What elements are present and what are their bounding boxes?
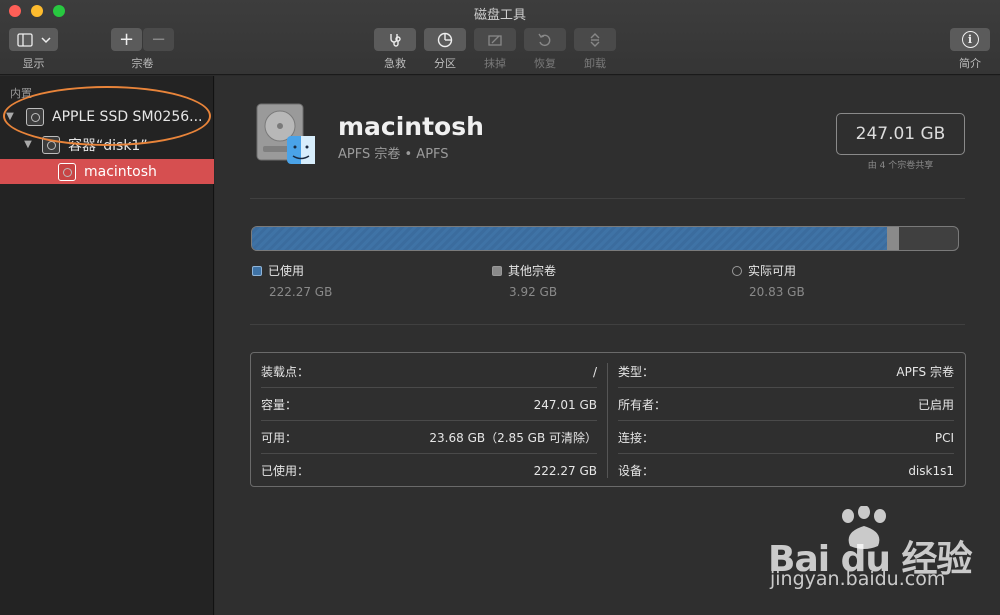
legend-used: 已使用 [252, 262, 304, 279]
info-label: 简介 [959, 57, 981, 70]
watermark-url: jingyan.baidu.com [770, 568, 946, 590]
info-key: 容量： [261, 398, 298, 412]
info-key: 连接： [618, 431, 655, 445]
info-row-device: 设备： disk1s1 [618, 454, 954, 487]
partition-button[interactable] [424, 28, 466, 51]
usage-bar-used [252, 227, 888, 250]
info-key: 已使用： [261, 464, 310, 478]
sidebar-item-macintosh[interactable]: macintosh [0, 159, 214, 184]
divider [250, 324, 965, 325]
info-key: 所有者： [618, 398, 667, 412]
info-button[interactable]: i [950, 28, 990, 51]
info-value: 已启用 [917, 398, 954, 412]
plus-icon: + [118, 29, 135, 50]
info-row-used: 已使用： 222.27 GB [261, 454, 597, 487]
legend-value: 222.27 GB [269, 285, 333, 299]
erase-button[interactable] [474, 28, 516, 51]
remove-volume-button[interactable]: − [143, 28, 174, 51]
divider [250, 198, 965, 199]
used-swatch-icon [252, 265, 262, 276]
info-value: 23.68 GB（2.85 GB 可清除） [429, 431, 597, 445]
info-table: 装载点： / 容量： 247.01 GB 可用： 23.68 GB（2.85 G… [250, 352, 966, 487]
partition-label: 分区 [434, 57, 456, 70]
info-row-owners: 所有者： 已启用 [618, 388, 954, 421]
volume-name: macintosh [338, 112, 484, 141]
other-swatch-icon [492, 265, 502, 276]
partition-pie-icon [437, 32, 453, 47]
unmount-label: 卸载 [584, 57, 606, 70]
usage-bar [251, 226, 959, 251]
available-swatch-icon [732, 265, 742, 276]
info-row-mount-point: 装载点： / [261, 355, 597, 388]
minus-icon: − [150, 29, 167, 50]
restore-icon [538, 33, 551, 46]
add-volume-button[interactable]: + [111, 28, 142, 51]
info-value: APFS 宗卷 [896, 365, 954, 379]
info-key: 设备： [618, 464, 655, 478]
info-value: PCI [934, 430, 954, 445]
stethoscope-icon [390, 33, 401, 47]
info-column-separator [607, 363, 608, 478]
sidebar-icon [16, 32, 33, 47]
erase-icon [488, 34, 502, 46]
info-row-connection: 连接： PCI [618, 421, 954, 454]
info-key: 类型： [618, 365, 655, 379]
volume-label: 宗卷 [131, 57, 154, 70]
info-row-capacity: 容量： 247.01 GB [261, 388, 597, 421]
first-aid-button[interactable] [374, 28, 416, 51]
volume-subtitle: APFS 宗卷 • APFS [338, 147, 449, 162]
info-row-available: 可用： 23.68 GB（2.85 GB 可清除） [261, 421, 597, 454]
restore-button[interactable] [524, 28, 566, 51]
window-title: 磁盘工具 [473, 8, 526, 23]
unmount-icon [590, 32, 600, 47]
sidebar: 内置 ▼ APPLE SSD SM0256... ▼ 容器“disk1” mac… [0, 76, 214, 615]
legend-value: 20.83 GB [749, 285, 805, 299]
volume-icon [58, 162, 76, 181]
info-key: 可用： [261, 431, 298, 445]
view-label: 显示 [22, 57, 45, 70]
baidu-watermark: Bai du 经验 jingyan.baidu.com [768, 506, 988, 606]
restore-label: 恢复 [534, 57, 556, 70]
info-key: 装载点： [261, 365, 310, 379]
legend-other-volumes: 其他宗卷 [492, 262, 556, 279]
legend-available: 实际可用 [732, 262, 796, 279]
disclosure-triangle-icon[interactable]: ▼ [22, 139, 34, 150]
info-value: 222.27 GB [533, 463, 597, 478]
info-value: 247.01 GB [533, 397, 597, 412]
annotation-highlight-ring [3, 86, 211, 146]
view-toggle-button[interactable] [9, 28, 58, 51]
first-aid-label: 急救 [384, 57, 406, 70]
chevron-down-icon [40, 36, 51, 43]
info-value: disk1s1 [908, 463, 954, 478]
sidebar-item-label: macintosh [84, 163, 157, 180]
capacity-box: 247.01 GB [836, 113, 965, 155]
usage-bar-other [887, 227, 899, 250]
unmount-button[interactable] [574, 28, 616, 51]
legend-value: 3.92 GB [509, 285, 558, 299]
toolbar: 磁盘工具 显示 + − 宗卷 急救 分区 抹掉 恢复 卸载 i 简介 [0, 0, 1000, 75]
shared-note: 由 4 个宗卷共享 [867, 161, 934, 171]
info-row-type: 类型： APFS 宗卷 [618, 355, 954, 388]
legend-label: 其他宗卷 [508, 264, 557, 278]
info-value: / [592, 364, 597, 379]
legend-label: 已使用 [268, 264, 305, 278]
legend-label: 实际可用 [748, 264, 797, 278]
macintosh-hd-icon [256, 103, 315, 164]
info-icon: i [961, 31, 979, 48]
erase-label: 抹掉 [484, 57, 506, 70]
